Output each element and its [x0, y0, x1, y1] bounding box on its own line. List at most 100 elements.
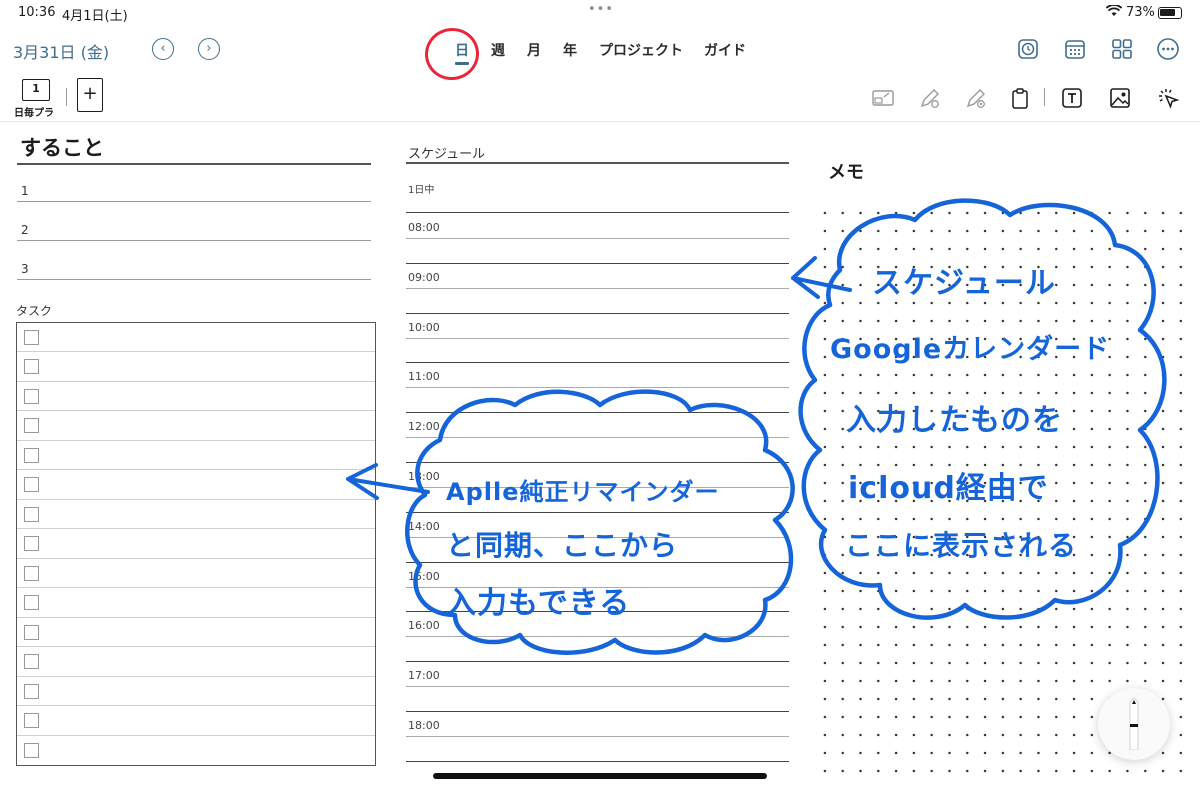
task-checkbox[interactable]	[24, 624, 39, 640]
task-checkbox[interactable]	[24, 506, 39, 522]
add-page-button[interactable]: +	[77, 78, 103, 112]
task-checkbox[interactable]	[24, 536, 39, 552]
task-row	[17, 441, 375, 471]
lasso-shape-icon[interactable]	[871, 86, 895, 110]
todo-rule	[17, 240, 371, 241]
task-checkbox[interactable]	[24, 418, 39, 434]
template-label: 日毎プラ	[14, 108, 54, 119]
task-checkbox[interactable]	[24, 330, 39, 345]
task-row	[17, 647, 375, 677]
hour-label: 14:00	[408, 519, 440, 533]
image-icon[interactable]	[1108, 86, 1132, 110]
tab-month[interactable]: 月	[527, 40, 541, 60]
highlighter-icon[interactable]	[964, 86, 988, 110]
task-checkbox[interactable]	[24, 477, 39, 493]
status-time: 10:36	[18, 5, 56, 20]
tab-week[interactable]: 週	[491, 40, 505, 60]
note-right-line-2: Googleカレンダード	[830, 334, 1111, 365]
task-row	[17, 736, 375, 765]
task-row	[17, 470, 375, 500]
task-checkbox[interactable]	[24, 713, 39, 729]
battery-icon	[1158, 7, 1182, 19]
half-hour-rule	[406, 736, 789, 737]
hour-rule	[406, 760, 789, 762]
pencil-icon	[1129, 698, 1139, 750]
previous-day-button[interactable]: ‹	[152, 38, 174, 60]
selection-icon[interactable]	[1156, 86, 1180, 110]
schedule-title: スケジュール	[408, 147, 486, 162]
note-left-line-2: と同期、ここから	[446, 529, 679, 562]
memo-title: メモ	[828, 162, 864, 183]
hour-label: 08:00	[408, 221, 440, 234]
task-row	[17, 352, 375, 382]
task-checkbox[interactable]	[24, 565, 39, 581]
hour-rule	[406, 362, 789, 364]
current-date-button[interactable]: 3月31日 (金)	[13, 39, 109, 63]
half-hour-rule	[406, 437, 789, 439]
hour-label: 09:00	[408, 270, 440, 284]
text-tool-icon[interactable]	[1060, 86, 1084, 110]
battery-percent: 73%	[1126, 5, 1155, 20]
task-checkbox[interactable]	[24, 683, 39, 699]
tool-divider	[1044, 88, 1045, 106]
pencil-tool-button[interactable]	[1098, 688, 1170, 760]
task-checkbox[interactable]	[24, 595, 39, 611]
task-checkbox[interactable]	[24, 742, 39, 758]
task-row	[17, 323, 375, 353]
hour-label: 10:00	[408, 320, 440, 334]
task-checkbox[interactable]	[24, 654, 39, 670]
hour-rule	[406, 312, 789, 314]
note-left-line-1: Apllе純正リマインダー	[446, 478, 720, 506]
half-hour-rule	[406, 636, 789, 638]
todo-rule	[17, 279, 371, 280]
todo-item-3[interactable]: 3	[21, 262, 29, 276]
hour-label: 13:00	[408, 470, 440, 483]
task-row	[17, 677, 375, 707]
todo-rule	[17, 201, 371, 202]
hour-rule	[406, 262, 789, 264]
hour-label: 12:00	[408, 420, 440, 434]
tab-project[interactable]: プロジェクト	[599, 40, 683, 60]
hour-rule	[406, 412, 789, 414]
grid-icon[interactable]	[1110, 37, 1134, 61]
multitask-dots-icon[interactable]: •••	[588, 2, 614, 17]
task-list	[16, 322, 376, 766]
home-indicator[interactable]	[433, 773, 767, 779]
clock-icon[interactable]	[1016, 37, 1040, 61]
note-right-line-3: 入力したものを	[846, 403, 1063, 438]
half-hour-rule	[406, 387, 789, 389]
note-left-line-3: 入力もできる	[446, 586, 631, 621]
tab-year[interactable]: 年	[563, 40, 577, 60]
status-date: 4月1日(土)	[62, 9, 128, 24]
hour-rule	[406, 511, 789, 513]
toolbar-divider	[66, 88, 67, 106]
note-right-line-1: スケジュール	[872, 266, 1056, 301]
task-row	[17, 618, 375, 648]
status-bar: 10:36 4月1日(土) ••• 73%	[0, 0, 1200, 26]
note-right-line-5: ここに表示される	[845, 529, 1078, 562]
task-checkbox[interactable]	[24, 388, 39, 404]
task-row	[17, 706, 375, 736]
wifi-icon	[1105, 4, 1123, 21]
half-hour-rule	[406, 337, 789, 339]
pen-icon[interactable]	[918, 86, 942, 110]
more-icon[interactable]	[1156, 37, 1180, 61]
next-day-button[interactable]: ›	[198, 38, 220, 60]
task-checkbox[interactable]	[24, 447, 39, 463]
template-button[interactable]: 1	[22, 79, 50, 101]
clipboard-icon[interactable]	[1008, 86, 1032, 110]
hour-label: 15:00	[408, 569, 440, 583]
todo-title: すること	[20, 136, 104, 160]
page-separator	[0, 121, 1200, 122]
task-row	[17, 382, 375, 412]
hour-label: 16:00	[408, 619, 440, 633]
highlight-circle-annotation	[421, 24, 483, 84]
todo-item-1[interactable]: 1	[21, 184, 29, 198]
calendar-icon[interactable]	[1063, 37, 1087, 61]
tab-guide[interactable]: ガイド	[704, 40, 746, 60]
hour-rule	[406, 711, 789, 712]
task-checkbox[interactable]	[24, 359, 39, 375]
todo-item-2[interactable]: 2	[21, 223, 29, 237]
task-row	[17, 559, 375, 589]
task-row	[17, 529, 375, 559]
